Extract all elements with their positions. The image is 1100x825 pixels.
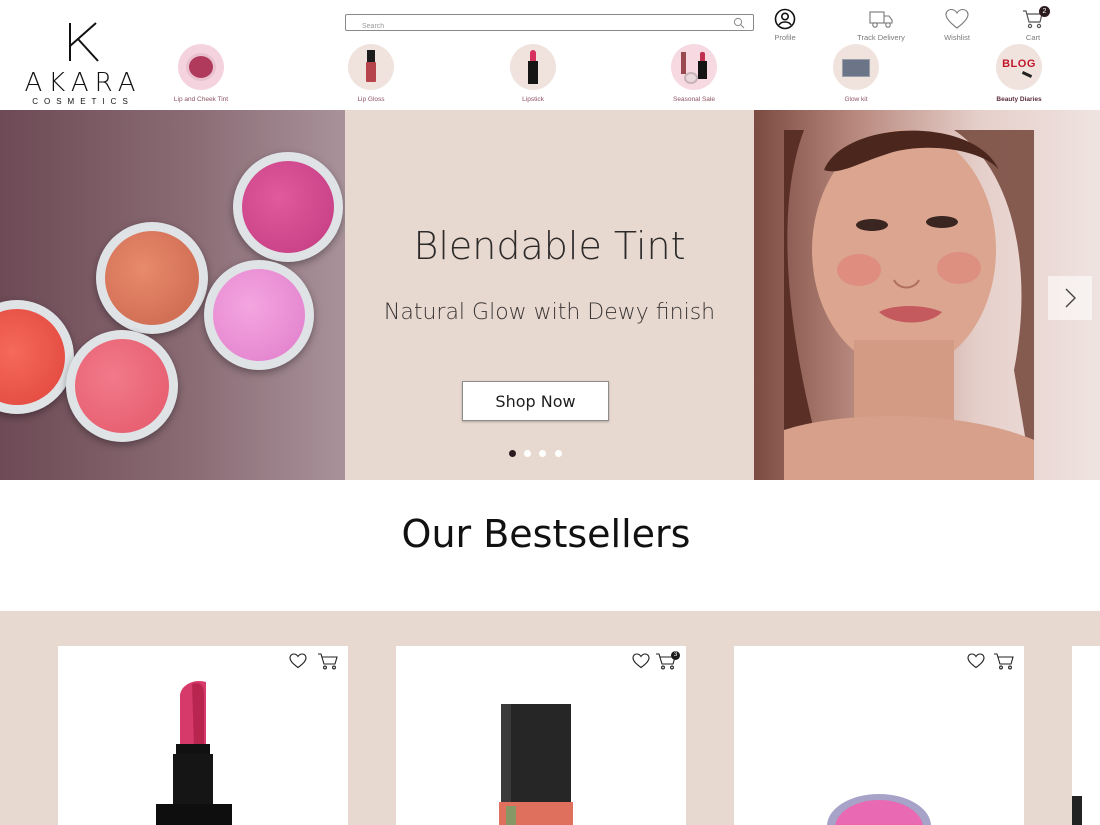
category-lip-and-cheek-tint[interactable]: Lip and Cheek Tint xyxy=(151,44,251,103)
carousel-next-button[interactable] xyxy=(1048,276,1092,320)
user-icon xyxy=(774,8,796,30)
cart-count-badge: 2 xyxy=(1039,6,1050,17)
category-label: Lip Gloss xyxy=(357,96,385,103)
cart-button[interactable]: 2 Cart xyxy=(1003,6,1063,42)
brand-name: AKARA xyxy=(24,68,142,98)
category-label: Beauty Diaries xyxy=(996,96,1042,103)
carousel-dot-3[interactable] xyxy=(539,450,546,457)
lip-gloss-thumb xyxy=(348,44,394,90)
chevron-right-icon xyxy=(1065,288,1076,308)
seasonal-sale-thumb xyxy=(671,44,717,90)
tint-pot-red xyxy=(0,300,74,414)
search-bar xyxy=(345,14,754,34)
lipstick-product-image xyxy=(156,680,232,825)
product-card-lipstick[interactable] xyxy=(58,646,348,825)
hero-text-panel: Blendable Tint Natural Glow with Dewy fi… xyxy=(345,110,754,480)
search-input[interactable] xyxy=(346,19,716,34)
brand-tagline: COSMETICS xyxy=(32,97,134,106)
logo-monogram-icon xyxy=(69,22,99,62)
profile-label: Profile xyxy=(774,33,796,42)
glow-kit-thumb xyxy=(833,44,879,90)
category-label: Lipstick xyxy=(522,96,544,103)
track-delivery-label: Track Delivery xyxy=(857,33,905,42)
hero-tint-pots-image xyxy=(0,110,345,480)
hero-carousel: Blendable Tint Natural Glow with Dewy fi… xyxy=(0,110,1100,480)
hero-title: Blendable Tint xyxy=(413,224,686,268)
product-card-partial[interactable] xyxy=(1072,646,1100,825)
product-card-tint-pot[interactable] xyxy=(734,646,1024,825)
tint-pot-product-image xyxy=(827,794,931,825)
lip-cheek-tint-thumb xyxy=(178,44,224,90)
category-beauty-diaries[interactable]: BLOG Beauty Diaries xyxy=(969,44,1069,103)
bestsellers-heading: Our Bestsellers xyxy=(401,512,691,556)
tint-pot-coral xyxy=(96,222,208,334)
tint-pot-pink xyxy=(204,260,314,370)
carousel-dot-2[interactable] xyxy=(524,450,531,457)
category-lipstick[interactable]: Lipstick xyxy=(483,44,583,103)
site-header: AKARA COSMETICS Profile Track Delivery xyxy=(0,0,1100,110)
category-label: Seasonal Sale xyxy=(673,96,715,103)
heart-icon xyxy=(945,8,969,29)
lipstick-thumb xyxy=(510,44,556,90)
category-label: Glow kit xyxy=(844,96,868,103)
hero-subtitle: Natural Glow with Dewy finish xyxy=(383,300,716,325)
add-to-cart-icon[interactable] xyxy=(317,652,339,670)
wishlist-heart-icon[interactable] xyxy=(967,653,985,669)
tint-pot-rose xyxy=(66,330,178,442)
carousel-dot-4[interactable] xyxy=(555,450,562,457)
tint-pot-magenta xyxy=(233,152,343,262)
category-seasonal-sale[interactable]: Seasonal Sale xyxy=(644,44,744,103)
wishlist-label: Wishlist xyxy=(944,33,970,42)
wishlist-button[interactable]: Wishlist xyxy=(927,8,987,42)
track-delivery-button[interactable]: Track Delivery xyxy=(851,8,911,42)
truck-icon xyxy=(869,11,893,28)
carousel-dot-1[interactable] xyxy=(509,450,516,457)
wishlist-heart-icon[interactable] xyxy=(632,653,650,669)
lip-gloss-product-image xyxy=(499,704,573,825)
partial-product-image xyxy=(1072,796,1082,825)
cart-label: Cart xyxy=(1025,33,1041,42)
shop-now-button[interactable]: Shop Now xyxy=(462,381,609,421)
product-card-lip-gloss[interactable]: 3 xyxy=(396,646,686,825)
blog-logo-text: BLOG xyxy=(1002,58,1036,70)
category-lip-gloss[interactable]: Lip Gloss xyxy=(321,44,421,103)
add-to-cart-icon[interactable] xyxy=(993,652,1015,670)
category-glow-kit[interactable]: Glow kit xyxy=(806,44,906,103)
cart-count-badge: 3 xyxy=(671,651,680,660)
blog-thumb: BLOG xyxy=(996,44,1042,90)
brand-logo[interactable]: AKARA COSMETICS xyxy=(22,22,144,106)
profile-button[interactable]: Profile xyxy=(755,8,815,42)
search-icon[interactable] xyxy=(733,17,745,29)
category-label: Lip and Cheek Tint xyxy=(173,96,229,103)
model-portrait xyxy=(784,130,1034,480)
carousel-indicators xyxy=(509,450,569,458)
wishlist-heart-icon[interactable] xyxy=(289,653,307,669)
